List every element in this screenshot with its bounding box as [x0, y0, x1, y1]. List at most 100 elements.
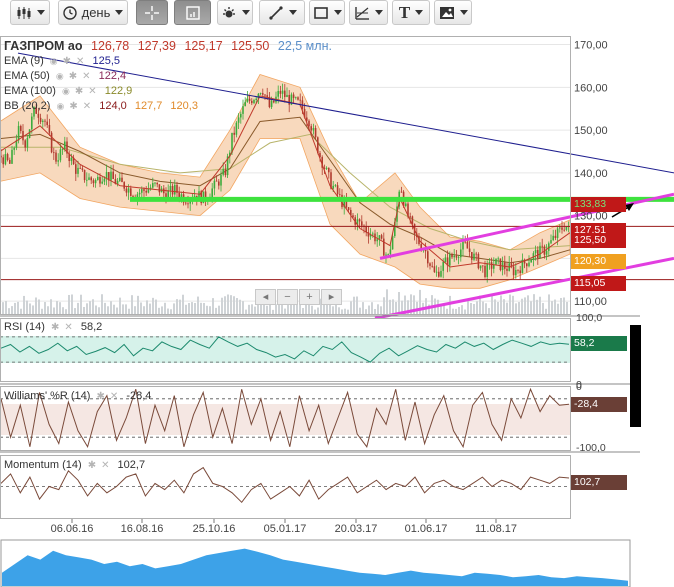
- volume-bar: [14, 302, 16, 314]
- volume-bar: [35, 297, 37, 314]
- eye-icon[interactable]: ◉: [50, 56, 58, 66]
- volume-bar: [233, 296, 235, 314]
- volume-bar: [194, 302, 196, 314]
- candle-body: [110, 171, 112, 181]
- gear-icon[interactable]: ✱: [51, 321, 59, 334]
- candle-body: [31, 116, 33, 130]
- gear-icon[interactable]: ✱: [88, 459, 96, 472]
- candle-body: [451, 254, 453, 258]
- volume-bar: [221, 297, 223, 314]
- volume-value: 22,5 млн.: [277, 39, 332, 53]
- bb-label: BB (20,2): [4, 100, 51, 112]
- candle-body: [325, 167, 328, 169]
- volume-bar: [251, 304, 253, 314]
- close-icon[interactable]: ✕: [82, 71, 90, 82]
- candle-body: [242, 106, 244, 114]
- volume-bar: [311, 305, 313, 314]
- candle-body: [517, 269, 519, 271]
- close-icon[interactable]: ✕: [76, 56, 84, 67]
- volume-bar: [302, 307, 304, 314]
- candle-body: [519, 270, 521, 274]
- candle-body: [442, 261, 444, 271]
- volume-bar: [173, 303, 175, 314]
- candle-body: [4, 154, 7, 165]
- rsi-value: 58,2: [80, 321, 103, 333]
- volume-bar: [89, 301, 91, 314]
- volume-bar: [146, 300, 148, 314]
- candle-body: [512, 266, 515, 276]
- candle-body: [336, 185, 339, 195]
- candle-body: [528, 262, 530, 267]
- close-icon[interactable]: ✕: [64, 322, 72, 333]
- candle-body: [138, 192, 141, 195]
- volume-bar: [242, 301, 244, 314]
- volume-bar: [440, 305, 442, 314]
- gear-icon[interactable]: ✱: [63, 55, 71, 68]
- scroll-right-button[interactable]: ▸: [321, 289, 342, 305]
- willr-value: -28,4: [126, 390, 152, 402]
- price-tick-label: 170,00: [574, 40, 608, 52]
- volume-bar: [425, 298, 427, 314]
- candle-body: [119, 177, 121, 181]
- candle-body: [266, 95, 268, 97]
- candle-body: [537, 249, 539, 258]
- volume-bar: [452, 308, 454, 314]
- ema50-value: 122,4: [98, 70, 127, 82]
- candle-body: [400, 191, 403, 193]
- volume-bar: [56, 301, 58, 314]
- volume-bar: [38, 299, 40, 314]
- candle-body: [94, 180, 97, 184]
- volume-bar: [47, 306, 49, 314]
- bb-legend: BB (20,2) ◉ ✱ ✕ 124,0 127,7 120,3: [4, 100, 203, 113]
- candle-body: [2, 157, 4, 165]
- zoom-in-button[interactable]: +: [299, 289, 320, 305]
- volume-bar: [83, 306, 85, 314]
- eye-icon[interactable]: ◉: [62, 86, 70, 96]
- gear-icon[interactable]: ✱: [69, 70, 77, 83]
- volume-bar: [44, 302, 46, 314]
- volume-bar: [272, 309, 274, 314]
- close-icon[interactable]: ✕: [83, 101, 91, 112]
- candle-body: [240, 113, 242, 118]
- candle-body: [466, 241, 469, 249]
- candle-body: [277, 90, 279, 97]
- volume-bar: [107, 306, 109, 314]
- close-icon[interactable]: ✕: [88, 86, 96, 97]
- volume-bar: [101, 294, 103, 314]
- candle-body: [125, 188, 128, 193]
- volume-bar: [383, 297, 385, 314]
- volume-bar: [266, 305, 268, 314]
- gear-icon[interactable]: ✱: [97, 390, 105, 403]
- zoom-out-button[interactable]: −: [277, 289, 298, 305]
- volume-bar: [509, 294, 511, 314]
- volume-bar: [155, 299, 157, 314]
- candle-body: [299, 99, 301, 101]
- gear-icon[interactable]: ✱: [75, 85, 83, 98]
- volume-bar: [95, 305, 97, 314]
- candle-body: [534, 249, 537, 254]
- rsi-value-badge: 58,2: [571, 336, 627, 351]
- bb-upper-value: 127,7: [134, 100, 163, 112]
- scroll-left-button[interactable]: ◂: [255, 289, 276, 305]
- close-icon[interactable]: ✕: [101, 460, 109, 471]
- candle-body: [477, 253, 480, 269]
- candle-body: [50, 132, 53, 153]
- candle-body: [141, 189, 143, 193]
- close-icon[interactable]: ✕: [110, 391, 118, 402]
- chart-workspace: день T 110,00 130,00 140,00 150,00 160,0…: [0, 0, 674, 587]
- gear-icon[interactable]: ✱: [69, 100, 77, 113]
- candle-body: [39, 117, 42, 122]
- price-tick-label: 160,00: [574, 82, 608, 94]
- candle-body: [24, 140, 26, 148]
- candle-body: [26, 137, 29, 148]
- eye-icon[interactable]: ◉: [56, 71, 64, 81]
- eye-icon[interactable]: ◉: [57, 101, 65, 111]
- volume-bar: [461, 305, 463, 314]
- volume-bar: [488, 308, 490, 314]
- ema100-legend: EMA (100) ◉ ✱ ✕ 122,9: [4, 85, 137, 98]
- scrollbar-handle[interactable]: [630, 325, 641, 427]
- candle-body: [433, 266, 436, 273]
- candle-body: [61, 149, 64, 150]
- volume-bar: [512, 295, 514, 314]
- volume-bar: [170, 309, 172, 314]
